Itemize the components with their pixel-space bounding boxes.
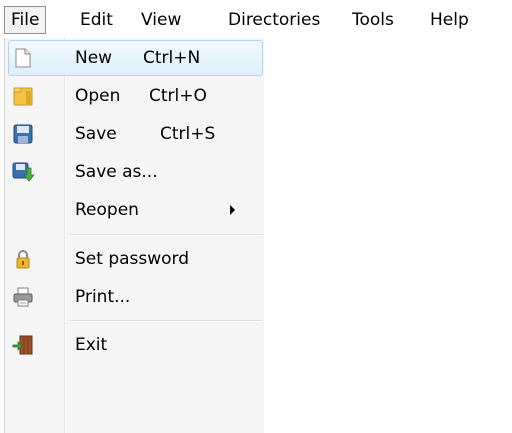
floppy-disk-icon xyxy=(12,123,34,145)
padlock-icon xyxy=(12,248,34,270)
submenu-arrow-icon xyxy=(230,205,235,215)
menu-edit[interactable]: Edit xyxy=(74,6,119,34)
printer-icon xyxy=(12,286,34,308)
save-as-icon xyxy=(12,161,35,183)
menu-item-label: Exit xyxy=(75,335,108,355)
menu-item-label: Save as... xyxy=(75,162,158,182)
menu-item-save[interactable]: Save Ctrl+S xyxy=(8,116,263,152)
shortcut-label: Ctrl+N xyxy=(143,48,201,68)
menu-item-save-as[interactable]: Save as... xyxy=(8,154,263,190)
shortcut-label: Ctrl+S xyxy=(160,124,216,144)
exit-door-icon xyxy=(12,334,34,356)
menu-item-label: Open xyxy=(75,86,121,106)
shortcut-label: Ctrl+O xyxy=(149,86,207,106)
menu-item-label: New xyxy=(75,48,113,68)
menu-item-set-password[interactable]: Set password xyxy=(8,241,263,277)
menu-separator xyxy=(70,234,263,236)
menu-bar: File Edit View Directories Tools Help xyxy=(0,0,512,36)
file-dropdown-menu: New Ctrl+N Open Ctrl+O Save Ctrl+S Save … xyxy=(4,38,264,433)
menu-item-label: Save xyxy=(75,124,117,144)
menu-tools[interactable]: Tools xyxy=(346,6,400,34)
menu-item-new[interactable]: New Ctrl+N xyxy=(8,40,263,76)
menu-item-reopen[interactable]: Reopen xyxy=(8,192,263,228)
new-document-icon xyxy=(12,47,34,69)
menu-item-label: Reopen xyxy=(75,200,139,220)
menu-item-exit[interactable]: Exit xyxy=(8,327,263,363)
menu-help[interactable]: Help xyxy=(424,6,475,34)
menu-file[interactable]: File xyxy=(4,6,47,34)
menu-item-label: Set password xyxy=(75,249,190,269)
folder-open-icon xyxy=(12,85,34,107)
menu-item-open[interactable]: Open Ctrl+O xyxy=(8,78,263,114)
menu-separator xyxy=(70,320,263,322)
menu-item-label: Print... xyxy=(75,287,131,307)
menu-directories[interactable]: Directories xyxy=(222,6,326,34)
menu-item-print[interactable]: Print... xyxy=(8,279,263,315)
menu-view[interactable]: View xyxy=(135,6,187,34)
